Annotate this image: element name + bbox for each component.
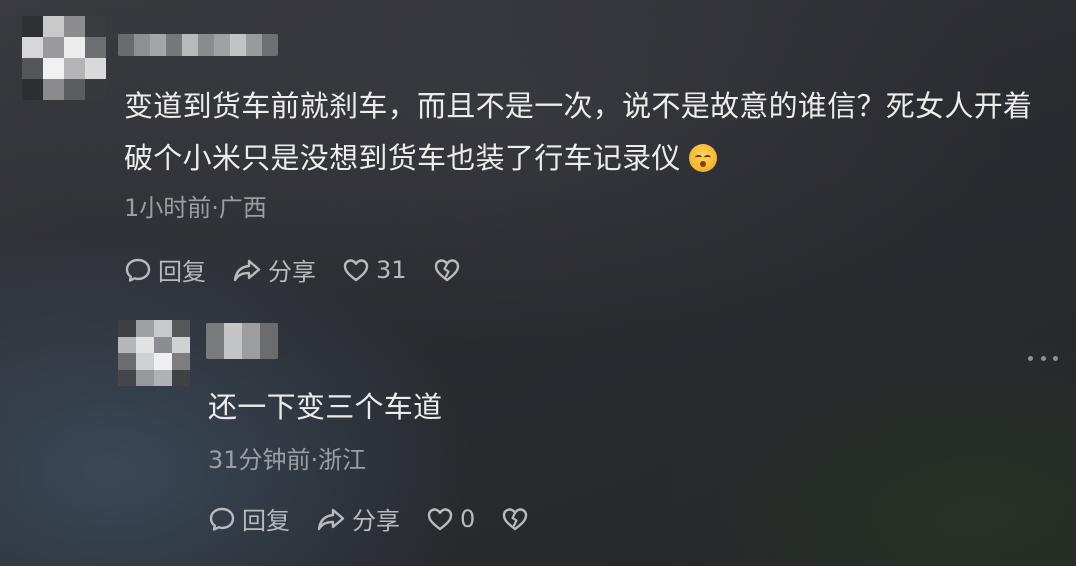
reply-label: 回复 — [242, 507, 290, 535]
share-label: 分享 — [268, 258, 316, 286]
share-label: 分享 — [352, 507, 400, 535]
reply-actions: 回复 分享 0 — [208, 501, 561, 536]
broken-heart-icon — [503, 507, 528, 530]
kissing-face-emoji-icon — [688, 144, 717, 172]
avatar[interactable] — [118, 320, 190, 386]
more-dots-icon[interactable] — [1028, 346, 1058, 370]
share-arrow-icon — [233, 259, 261, 281]
avatar[interactable] — [22, 16, 106, 100]
reply-button[interactable]: 回复 — [124, 252, 206, 287]
comment-text-content: 变道到货车前就刹车，而且不是一次，说不是故意的谁信？死女人开着破个小米只是没想到… — [124, 89, 1033, 175]
reply-button[interactable]: 回复 — [208, 501, 290, 536]
reply-label: 回复 — [158, 258, 206, 286]
like-count: 31 — [376, 255, 407, 284]
heart-outline-icon — [427, 507, 453, 530]
like-button[interactable]: 0 — [426, 505, 475, 533]
broken-heart-icon — [434, 258, 459, 281]
comment-bubble-icon — [125, 258, 151, 282]
share-arrow-icon — [317, 508, 345, 530]
dislike-button[interactable] — [433, 257, 467, 283]
heart-outline-icon — [343, 258, 369, 281]
like-count: 0 — [460, 504, 476, 533]
username-blurred[interactable] — [118, 34, 278, 56]
comment-meta: 1小时前·广西 — [124, 194, 267, 222]
dislike-button[interactable] — [501, 506, 535, 532]
share-button[interactable]: 分享 — [316, 501, 400, 536]
comment-bubble-icon — [209, 507, 235, 531]
comment-text: 变道到货车前就刹车，而且不是一次，说不是故意的谁信？死女人开着破个小米只是没想到… — [124, 80, 1054, 184]
comment-actions: 回复 分享 31 — [124, 252, 493, 287]
like-button[interactable]: 31 — [342, 256, 407, 284]
username-blurred[interactable] — [206, 323, 278, 359]
reply-meta: 31分钟前·浙江 — [208, 446, 367, 474]
reply-text: 还一下变三个车道 — [208, 390, 443, 424]
share-button[interactable]: 分享 — [232, 252, 316, 287]
